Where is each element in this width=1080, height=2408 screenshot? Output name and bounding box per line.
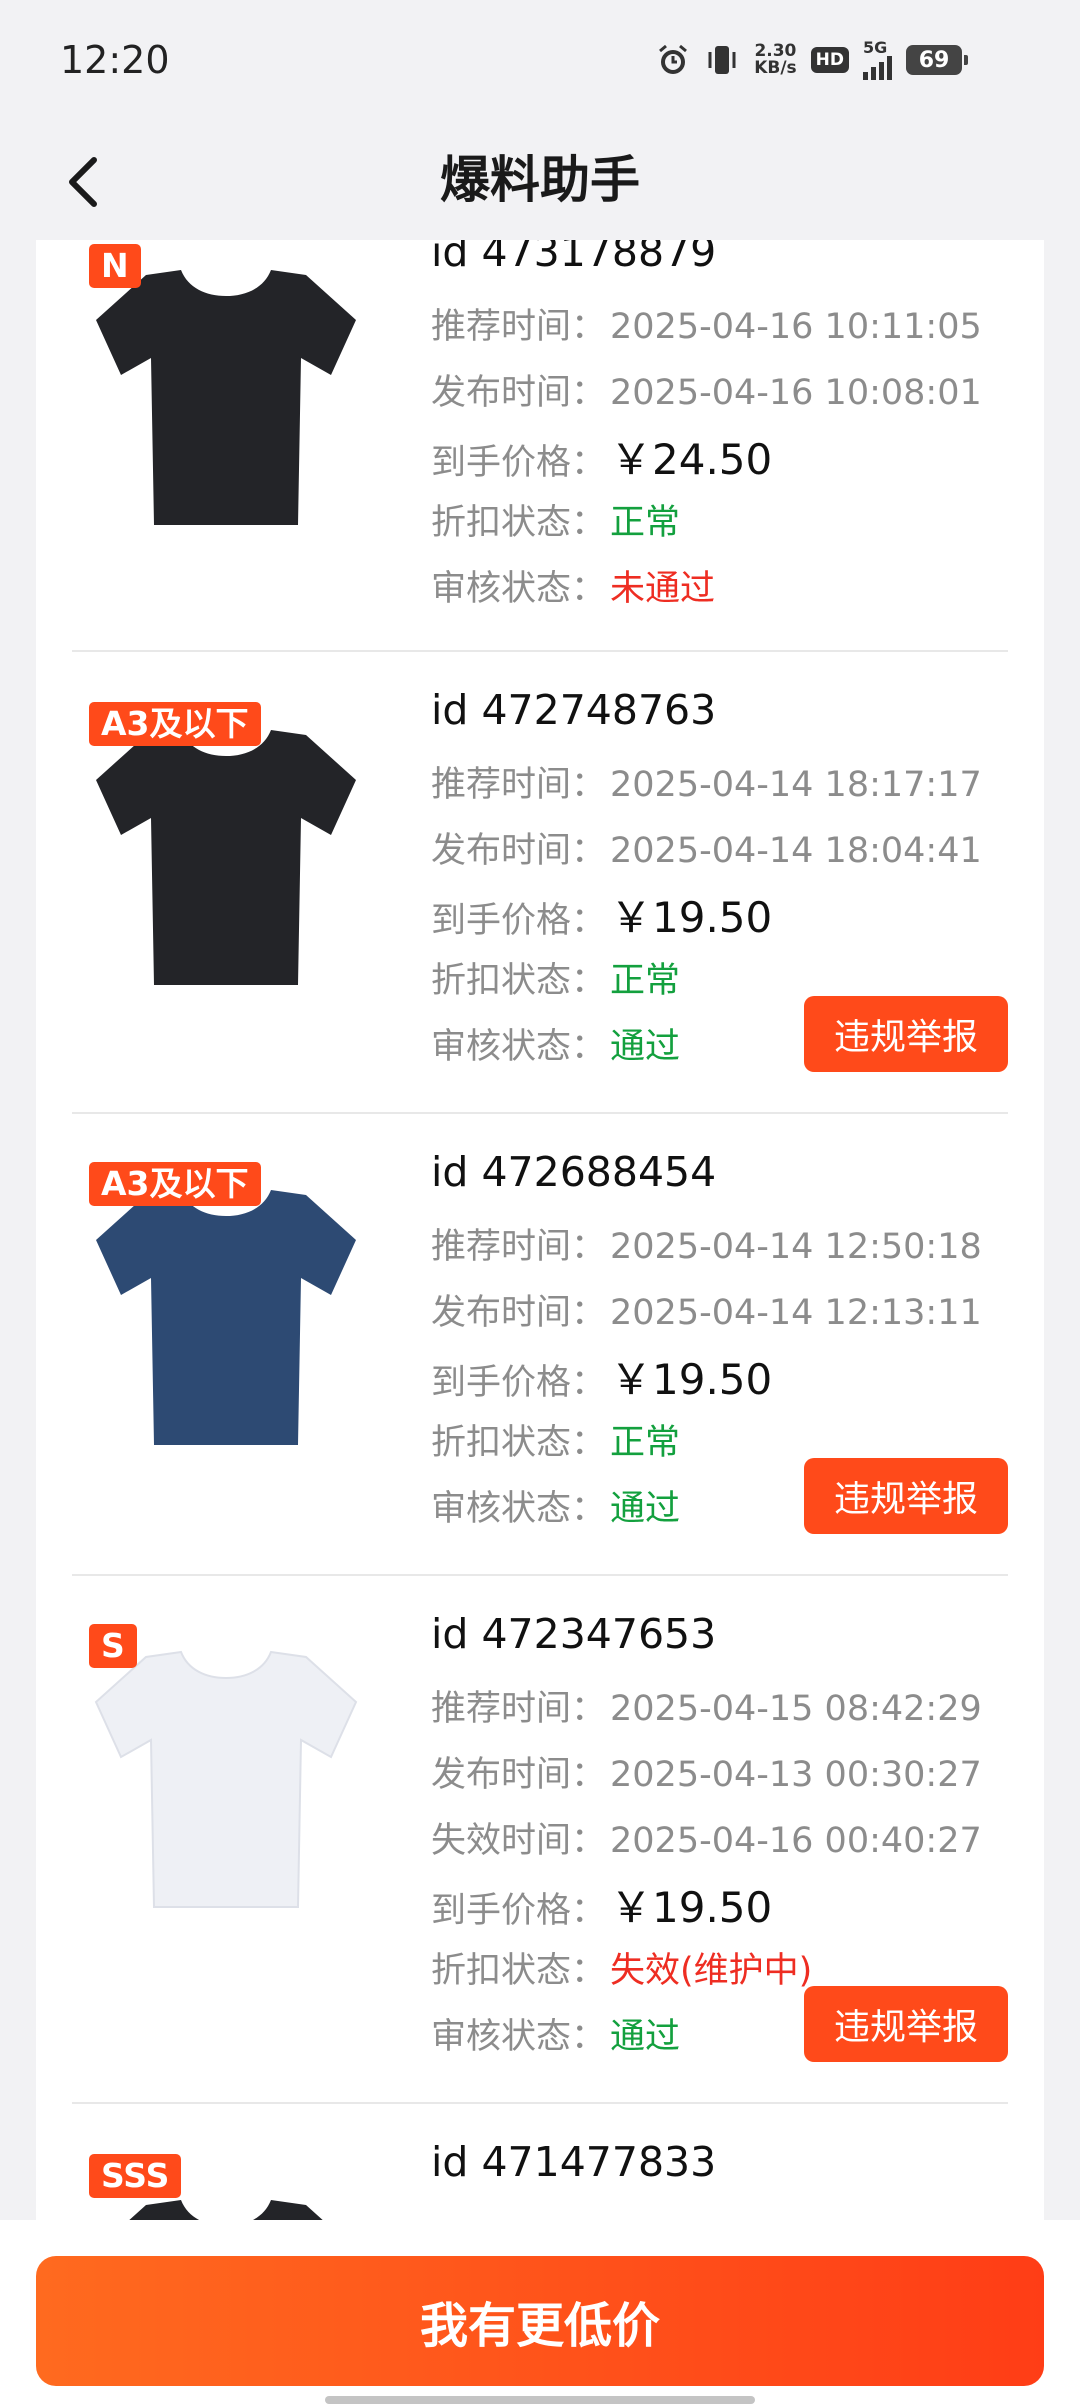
page-title: 爆料助手 [440,151,640,209]
publish-time-value: 2025-04-13 00:30:27 [610,1755,982,1795]
battery-icon: 69 [906,45,968,75]
discount-status-row: 折扣状态： 正常 [431,1414,680,1465]
price-row: 到手价格： ￥19.50 [431,884,772,945]
lower-price-button[interactable]: 我有更低价 [36,2256,1044,2386]
bottom-action-bar: 我有更低价 [0,2220,1080,2408]
price-row: 到手价格： ￥19.50 [431,1874,772,1935]
network-type: 5G [863,38,888,57]
item-id: id 471477833 [431,2138,717,2186]
discount-status-label: 折扣状态： [431,1951,607,1991]
recommend-time-label: 推荐时间： [431,307,607,347]
net-speed: 2.30 KB/s [754,43,796,77]
publish-time-value: 2025-04-14 18:04:41 [610,831,982,871]
discount-status-row: 折扣状态： 正常 [431,494,680,545]
level-badge: S [89,1624,137,1668]
recommend-time-label: 推荐时间： [431,1227,607,1267]
price-value: ￥19.50 [610,1883,773,1932]
discount-status-value: 正常 [610,1423,681,1463]
recommend-time-value: 2025-04-14 18:17:17 [610,765,982,805]
review-status-value: 通过 [610,2017,681,2057]
deal-list[interactable]: N id 473178879 推荐时间： 2025-04-16 10:11:05 … [36,240,1044,2220]
expire-time-row: 失效时间： 2025-04-16 00:40:27 [431,1812,982,1863]
discount-status-value: 正常 [610,503,681,543]
discount-status-row: 折扣状态： 失效(维护中) [431,1942,812,1993]
home-indicator[interactable] [325,2396,755,2404]
review-status-label: 审核状态： [431,1027,607,1067]
discount-status-label: 折扣状态： [431,1423,607,1463]
review-status-value: 通过 [610,1489,681,1529]
item-id: id 472748763 [431,686,717,734]
price-value: ￥19.50 [610,1355,773,1404]
publish-time-row: 发布时间： 2025-04-13 00:30:27 [431,1746,982,1797]
level-badge: SSS [89,2154,182,2198]
level-badge: A3及以下 [89,702,261,746]
price-label: 到手价格： [431,901,607,941]
divider [72,650,1008,652]
publish-time-label: 发布时间： [431,1293,607,1333]
review-status-label: 审核状态： [431,569,607,609]
discount-status-value: 失效(维护中) [610,1951,813,1991]
price-row: 到手价格： ￥24.50 [431,426,772,487]
publish-time-row: 发布时间： 2025-04-14 18:04:41 [431,822,982,873]
price-label: 到手价格： [431,443,607,483]
item-id: id 472347653 [431,1610,717,1658]
publish-time-label: 发布时间： [431,831,607,871]
publish-time-row: 发布时间： 2025-04-14 12:13:11 [431,1284,982,1335]
recommend-time-row: 推荐时间： 2025-04-16 10:11:05 [431,298,982,349]
divider [72,2102,1008,2104]
review-status-label: 审核状态： [431,1489,607,1529]
divider [72,1574,1008,1576]
level-badge: A3及以下 [89,1162,261,1206]
price-value: ￥24.50 [610,435,773,484]
battery-level: 69 [918,47,950,73]
review-status-value: 未通过 [610,569,716,609]
signal-group: 5G [863,40,892,80]
report-button[interactable]: 违规举报 [804,1986,1008,2062]
recommend-time-value: 2025-04-15 08:42:29 [610,1689,982,1729]
recommend-time-value: 2025-04-14 12:50:18 [610,1227,982,1267]
discount-status-label: 折扣状态： [431,503,607,543]
recommend-time-row: 推荐时间： 2025-04-14 18:17:17 [431,756,982,807]
report-button[interactable]: 违规举报 [804,1458,1008,1534]
publish-time-label: 发布时间： [431,373,607,413]
recommend-time-label: 推荐时间： [431,765,607,805]
recommend-time-label: 推荐时间： [431,1689,607,1729]
review-status-value: 通过 [610,1027,681,1067]
hd-icon: HD [810,47,849,73]
price-label: 到手价格： [431,1891,607,1931]
expire-time-value: 2025-04-16 00:40:27 [610,1821,982,1861]
review-status-row: 审核状态： 通过 [431,1018,680,1069]
divider [72,1112,1008,1114]
level-badge: N [89,244,141,288]
signal-icon [863,56,892,80]
status-time: 12:20 [60,38,170,82]
review-status-row: 审核状态： 通过 [431,2008,680,2059]
expire-time-label: 失效时间： [431,1821,607,1861]
status-icons: 2.30 KB/s HD 5G 69 [656,40,968,80]
publish-time-row: 发布时间： 2025-04-16 10:08:01 [431,364,982,415]
price-row: 到手价格： ￥19.50 [431,1346,772,1407]
recommend-time-row: 推荐时间： 2025-04-14 12:50:18 [431,1218,982,1269]
price-value: ￥19.50 [610,893,773,942]
price-label: 到手价格： [431,1363,607,1403]
item-id: id 472688454 [431,1148,717,1196]
alarm-icon [656,43,690,77]
recommend-time-row: 推荐时间： 2025-04-15 08:42:29 [431,1680,982,1731]
discount-status-value: 正常 [610,961,681,1001]
item-id: id 473178879 [431,240,717,276]
review-status-row: 审核状态： 未通过 [431,560,715,611]
app-header: 爆料助手 [0,120,1080,240]
recommend-time-value: 2025-04-16 10:11:05 [610,307,982,347]
discount-status-row: 折扣状态： 正常 [431,952,680,1003]
publish-time-label: 发布时间： [431,1755,607,1795]
review-status-row: 审核状态： 通过 [431,1480,680,1531]
publish-time-value: 2025-04-16 10:08:01 [610,373,982,413]
net-speed-unit: KB/s [754,58,797,78]
publish-time-value: 2025-04-14 12:13:11 [610,1293,982,1333]
discount-status-label: 折扣状态： [431,961,607,1001]
status-bar: 12:20 2.30 KB/s HD 5G 69 [0,0,1080,120]
vibrate-icon [704,42,740,78]
report-button[interactable]: 违规举报 [804,996,1008,1072]
review-status-label: 审核状态： [431,2017,607,2057]
